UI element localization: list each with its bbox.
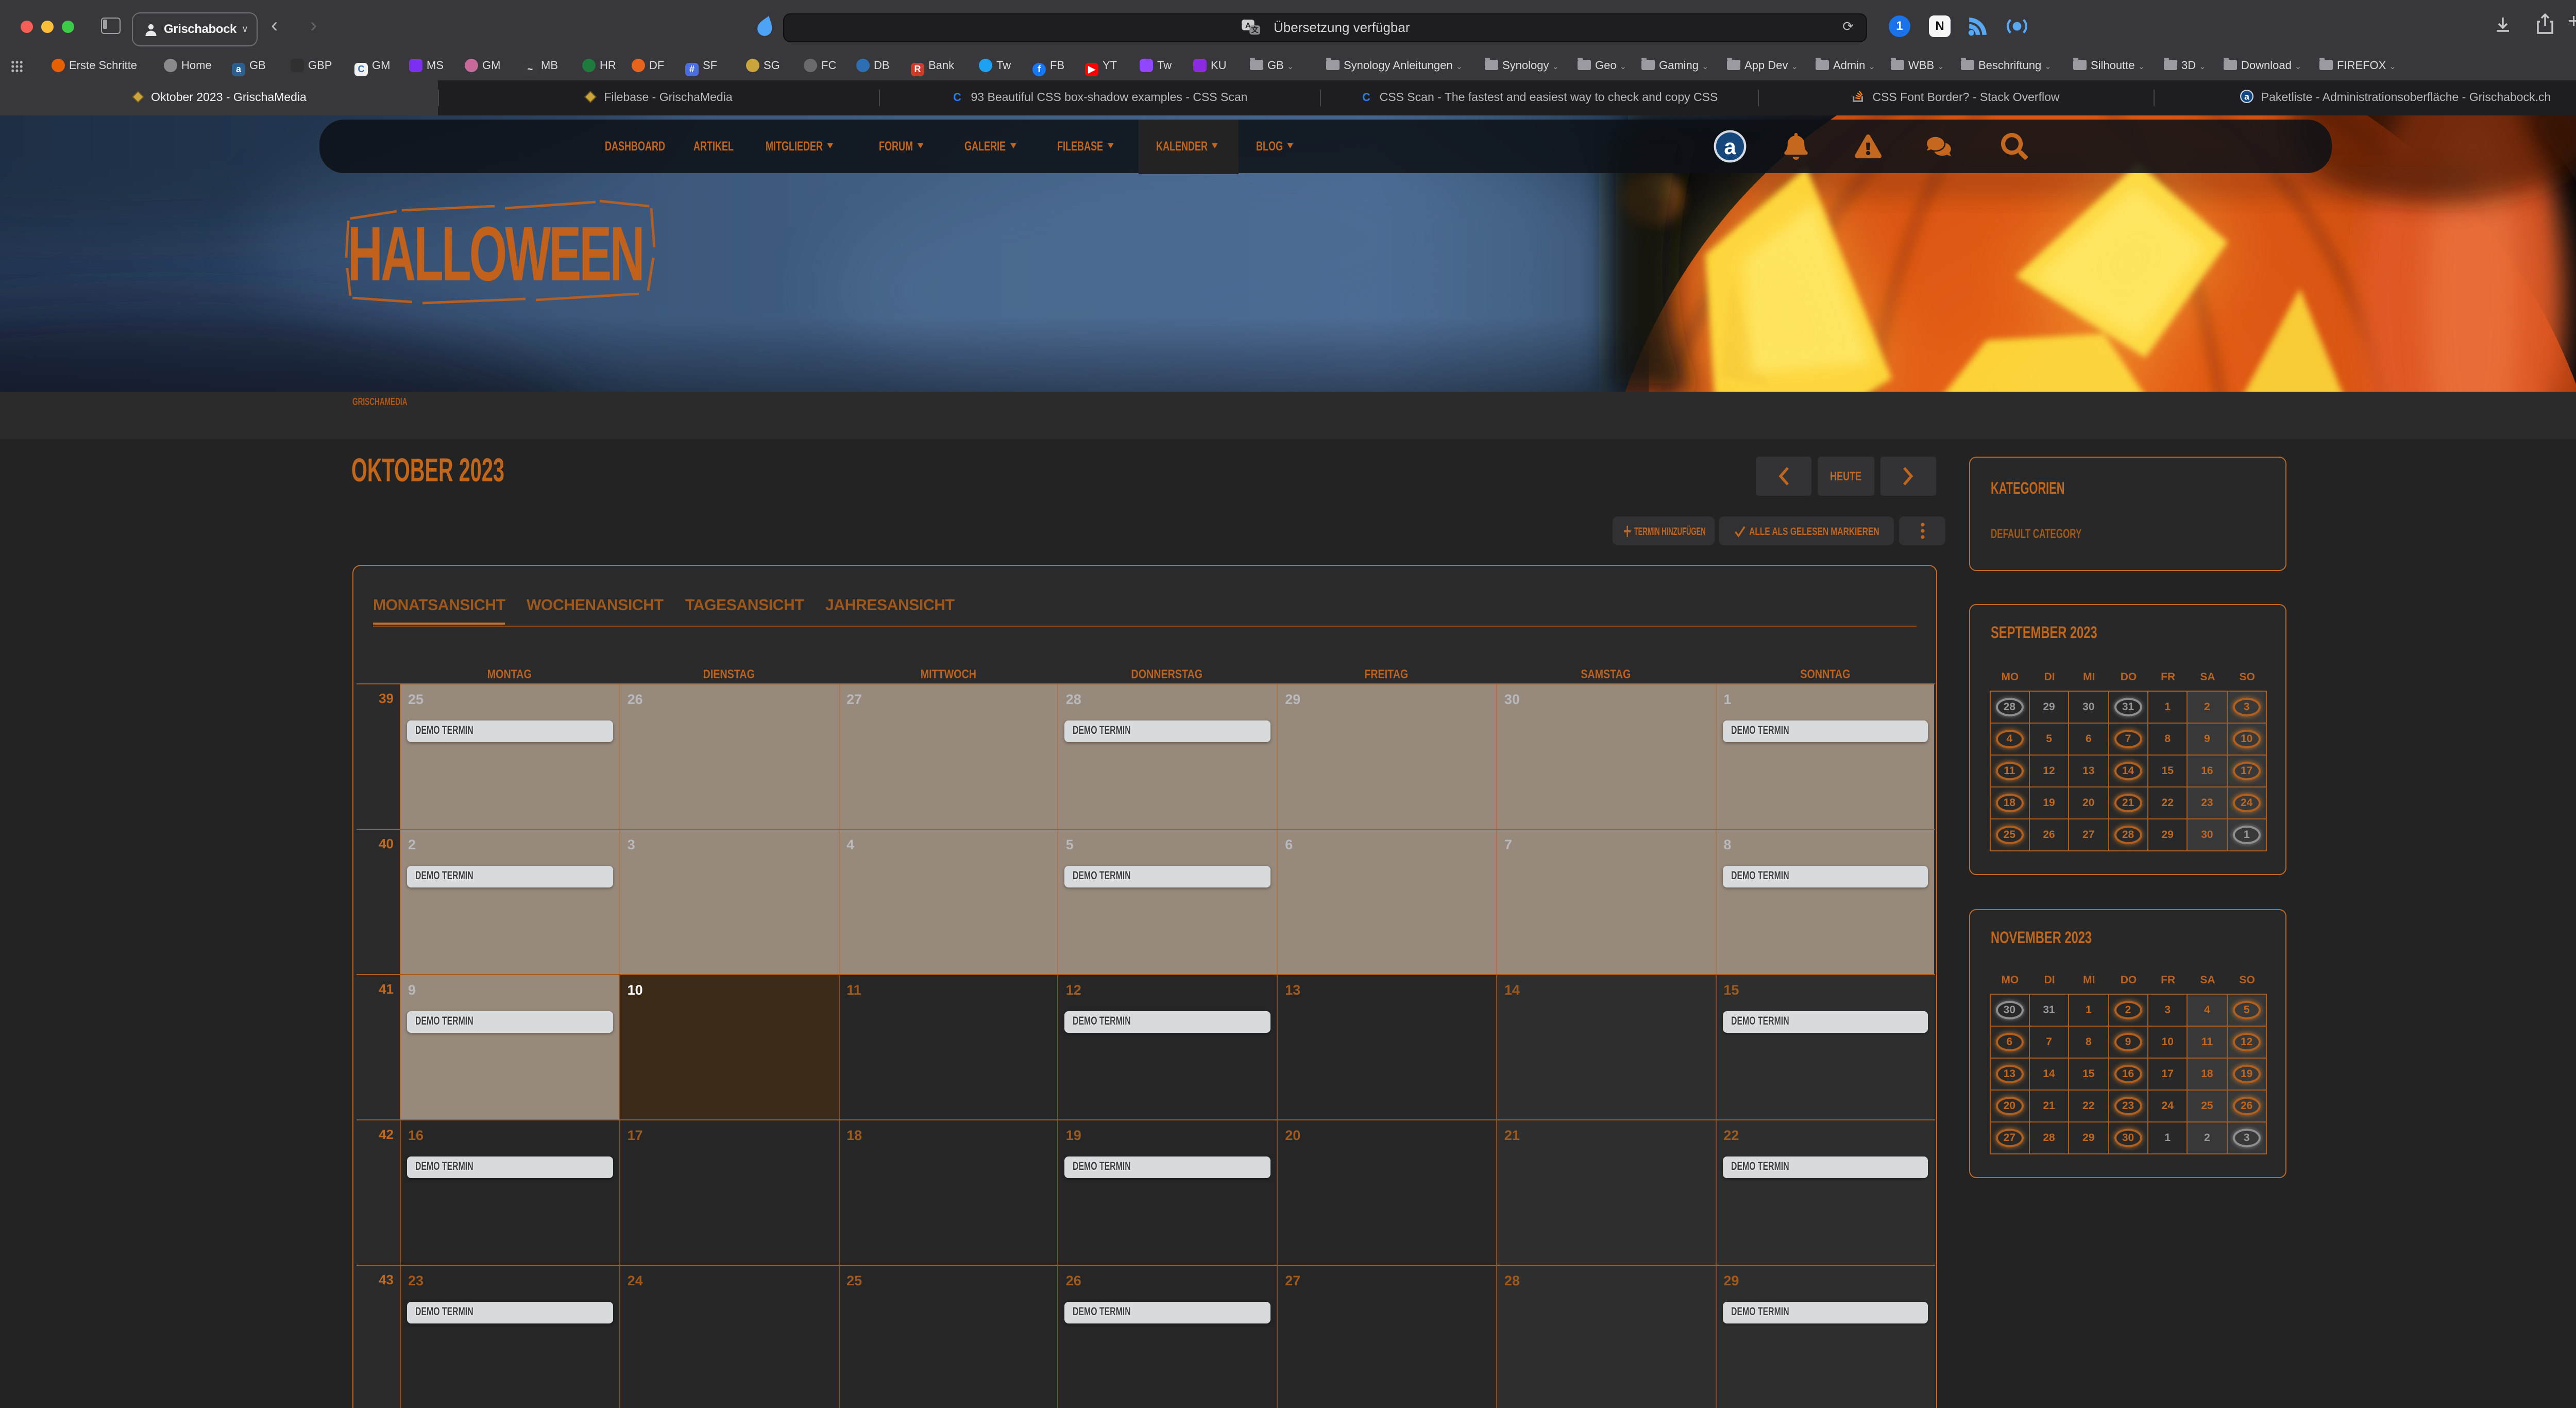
svg-text:C: C	[1362, 91, 1370, 103]
svg-text:a: a	[2245, 91, 2250, 102]
svg-text:a: a	[1724, 134, 1736, 158]
svg-text:HALLOWEEN: HALLOWEEN	[348, 211, 643, 297]
svg-text:C: C	[954, 91, 962, 103]
svg-text:文: 文	[1251, 26, 1259, 34]
